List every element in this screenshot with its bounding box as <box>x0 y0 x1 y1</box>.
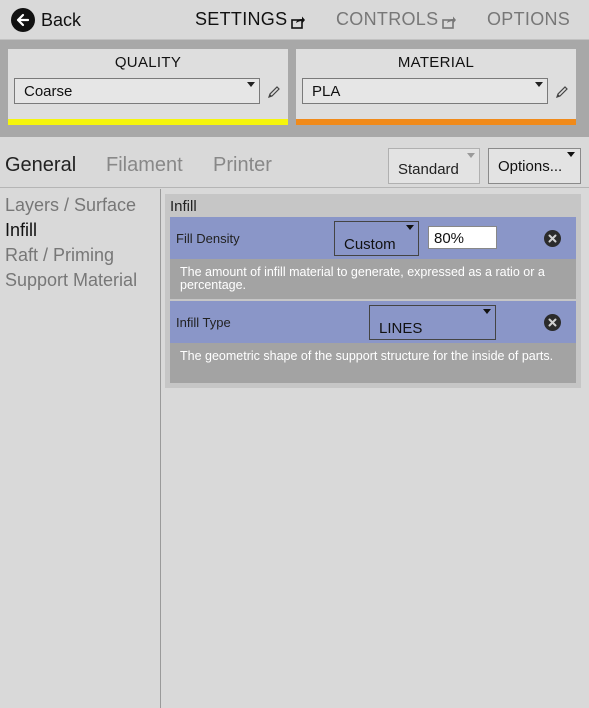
setting-row-fill-density: Fill Density Custom <box>170 217 576 259</box>
arrow-left-circle-icon <box>11 8 35 32</box>
dropdown-caret-icon <box>247 82 255 87</box>
back-label: Back <box>41 9 82 30</box>
mode-value: Standard <box>398 161 459 178</box>
tab-controls[interactable]: CONTROLS <box>336 9 457 30</box>
clear-icon[interactable] <box>544 314 561 331</box>
dropdown-caret-icon <box>567 152 575 157</box>
material-value: PLA <box>312 83 341 100</box>
dropdown-caret-icon <box>535 82 543 87</box>
fill-density-mode-select[interactable]: Custom <box>334 221 419 256</box>
back-button[interactable]: Back <box>11 7 81 33</box>
dropdown-caret-icon <box>483 309 491 314</box>
material-card: MATERIAL PLA <box>296 49 576 125</box>
section-title: Infill <box>170 198 197 215</box>
clear-icon[interactable] <box>544 230 561 247</box>
controls-label: CONTROLS <box>336 9 439 29</box>
fill-density-mode-value: Custom <box>344 236 396 253</box>
external-link-icon <box>442 13 457 29</box>
options-dropdown-label: Options... <box>498 158 563 175</box>
infill-type-select[interactable]: LINES <box>369 305 496 340</box>
tab-filament[interactable]: Filament <box>106 154 183 177</box>
mode-select[interactable]: Standard <box>388 148 480 184</box>
tab-settings[interactable]: SETTINGS <box>195 9 306 30</box>
options-dropdown[interactable]: Options... <box>488 148 581 184</box>
quality-title: QUALITY <box>114 54 182 71</box>
setting-row-infill-type: Infill Type LINES <box>170 301 576 343</box>
external-link-icon <box>291 13 306 29</box>
sidebar-item-support-material[interactable]: Support Material <box>5 270 137 291</box>
tab-printer[interactable]: Printer <box>213 154 272 177</box>
quality-card: QUALITY Coarse <box>8 49 288 125</box>
setting-description: The geometric shape of the support struc… <box>170 343 576 383</box>
sidebar-item-layers-surface[interactable]: Layers / Surface <box>5 195 136 216</box>
material-select[interactable]: PLA <box>302 78 548 104</box>
pencil-icon[interactable] <box>267 85 281 99</box>
quality-color-bar <box>8 119 288 125</box>
tab-general[interactable]: General <box>5 154 76 177</box>
profile-panel: QUALITY Coarse MATERIAL PLA <box>0 40 589 137</box>
sidebar-item-raft-priming[interactable]: Raft / Priming <box>5 245 114 266</box>
infill-type-value: LINES <box>379 320 423 337</box>
settings-tabs-row: General Filament Printer Standard Option… <box>0 137 589 188</box>
sidebar-item-infill[interactable]: Infill <box>5 220 37 241</box>
setting-label: Fill Density <box>176 231 240 246</box>
quality-value: Coarse <box>24 83 73 100</box>
setting-label: Infill Type <box>176 315 231 330</box>
material-color-bar <box>296 119 576 125</box>
pencil-icon[interactable] <box>555 85 569 99</box>
material-title: MATERIAL <box>397 54 475 71</box>
settings-label: SETTINGS <box>195 9 288 29</box>
setting-description: The amount of infill material to generat… <box>170 259 576 299</box>
dropdown-caret-icon <box>467 153 475 158</box>
tab-options[interactable]: OPTIONS <box>487 9 570 30</box>
dropdown-caret-icon <box>406 225 414 230</box>
fill-density-input[interactable] <box>428 226 497 249</box>
top-nav-bar: Back SETTINGS CONTROLS OPTIONS <box>0 0 589 40</box>
quality-select[interactable]: Coarse <box>14 78 260 104</box>
options-label: OPTIONS <box>487 9 571 29</box>
category-sidebar: Layers / Surface Infill Raft / Priming S… <box>0 189 161 708</box>
infill-section: Infill Fill Density Custom The amount of… <box>165 194 581 388</box>
